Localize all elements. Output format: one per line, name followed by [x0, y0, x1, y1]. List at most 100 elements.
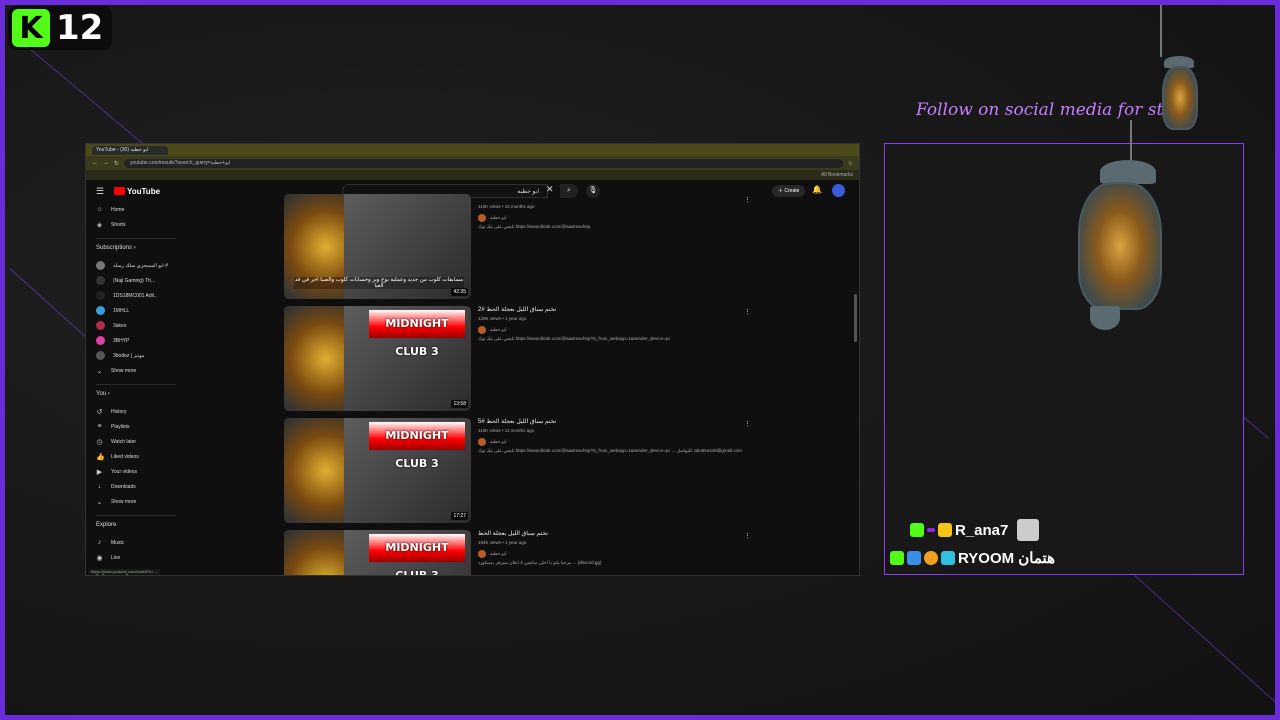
downloads-icon: ↓	[97, 483, 102, 490]
subscription-item[interactable]: 3akes	[96, 318, 180, 333]
chat-overlay: R_ana7 RYOOM هتمان	[890, 516, 1055, 572]
viewer-count: 12	[56, 8, 104, 48]
subscription-label: (Naji Gaming) Th...	[113, 277, 156, 284]
thumbnail-wheel	[284, 418, 344, 523]
you-heading[interactable]: You ›	[96, 391, 180, 401]
video-stats: 194K views • 1 year ago	[478, 540, 527, 545]
sidebar-item-watch-later[interactable]: ◷ Watch later	[96, 434, 180, 449]
more-options-icon[interactable]: ⋮	[744, 196, 751, 204]
video-channel[interactable]: ابو حطبه	[478, 548, 748, 560]
subscription-item[interactable]: 3BHYP	[96, 333, 180, 348]
video-thumbnail[interactable]: MIDNIGHT CLUB 3	[284, 530, 471, 575]
subscription-item[interactable]: (Naji Gaming) Th...	[96, 273, 180, 288]
subscription-label: 1DS18MC001 Adil..	[113, 292, 157, 299]
sidebar-item-label: History	[111, 408, 127, 415]
channel-avatar	[478, 550, 486, 558]
verified-badge-icon	[907, 551, 921, 565]
video-description: تابعني على تيك توك https://www.tiktok.co…	[478, 336, 671, 341]
subscription-item[interactable]: 3bodoz | موتيز	[96, 348, 180, 363]
sidebar-item-live[interactable]: ◉ Live	[96, 550, 180, 565]
video-title[interactable]: تختم سباق الليل بعجلة الحظ #5	[478, 418, 748, 428]
forward-icon[interactable]: →	[103, 160, 109, 166]
kick-viewer-badge: K 12	[8, 6, 112, 50]
sidebar-item-music[interactable]: ♪ Music	[96, 535, 180, 550]
more-options-icon[interactable]: ⋮	[744, 308, 751, 316]
video-channel[interactable]: ابو حطبه	[478, 324, 748, 336]
video-duration: 42:35	[451, 288, 468, 296]
video-result[interactable]: MIDNIGHT CLUB 3 تختم سباق الليل بعجلة الح…	[284, 530, 754, 575]
video-title[interactable]	[478, 194, 748, 204]
video-duration: 17:27	[451, 512, 468, 520]
subscription-item[interactable]: ابو المسحري سلك رسله #	[96, 258, 180, 273]
sidebar-item-playlists[interactable]: ≡ Playlists	[96, 419, 180, 434]
kick-logo-icon: K	[12, 9, 50, 47]
sidebar-item-shorts[interactable]: ◈ Shorts	[96, 217, 180, 232]
watch-later-icon: ◷	[96, 438, 103, 446]
sidebar-item-label: Your videos	[111, 468, 137, 475]
channel-avatar	[96, 261, 105, 270]
video-result[interactable]: مسابقات كلوب من جديد وعملية بوح وبر وحسا…	[284, 194, 754, 306]
sidebar-item-label: Playlists	[111, 423, 130, 430]
scrollbar[interactable]	[854, 294, 857, 342]
back-icon[interactable]: ←	[92, 160, 98, 166]
video-meta: تختم سباق الليل بعجلة الحظ 194K views • 1…	[478, 530, 748, 568]
video-description: تابعني على تيك توك https://www.tiktok.co…	[478, 224, 591, 229]
chat-avatar	[1017, 519, 1040, 541]
video-result[interactable]: MIDNIGHT CLUB 3 13:58 تختم سباق الليل بعجل…	[284, 306, 754, 418]
address-bar[interactable]: youtube.com/results?search_query=ابو+حطب…	[124, 158, 843, 168]
sidebar-item-liked-videos[interactable]: 👍 Liked videos	[96, 449, 180, 464]
video-channel[interactable]: ابو حطبه	[478, 436, 748, 448]
video-description: مرحبا بكم يا احلى متابعين 4 اعلان سيرفر …	[478, 560, 602, 565]
channel-avatar	[478, 214, 486, 222]
notifications-icon[interactable]: 🔔	[812, 185, 822, 194]
sidebar-item-your-videos[interactable]: ▶ Your videos	[96, 464, 180, 479]
video-title[interactable]: تختم سباق الليل بعجلة الحظ	[478, 530, 748, 540]
subscription-label: 3bodoz | موتيز	[113, 352, 145, 359]
show-more-you[interactable]: ⌄ Show more	[96, 494, 180, 509]
sidebar-item-label: Music	[111, 539, 125, 546]
subscription-item[interactable]: 1DS18MC001 Adil..	[96, 288, 180, 303]
thumbnail-caption: مسابقات كلوب من جديد وعملية بوح وبر وحسا…	[294, 277, 464, 289]
channel-avatar	[96, 336, 105, 345]
youtube-logo-icon	[114, 187, 125, 195]
star-icon[interactable]: ☆	[848, 160, 853, 167]
live-icon: ◉	[96, 554, 103, 562]
follow-social-text: Follow on social media for stream update…	[916, 100, 1166, 120]
explore-heading: Explore	[96, 522, 117, 528]
subscription-item[interactable]: 1MHLL	[96, 303, 180, 318]
video-thumbnail[interactable]: مسابقات كلوب من جديد وعملية بوح وبر وحسا…	[284, 194, 471, 299]
sidebar-item-history[interactable]: ↺ History	[96, 404, 180, 419]
all-bookmarks-link[interactable]: All Bookmarks	[821, 172, 853, 178]
sidebar-item-home[interactable]: ⌂ Home	[96, 202, 180, 217]
liked-videos-icon: 👍	[96, 453, 105, 461]
music-icon: ♪	[97, 539, 102, 546]
thumbnail-wheel	[284, 306, 344, 411]
subscription-label: 1MHLL	[113, 307, 130, 314]
menu-icon[interactable]: ☰	[96, 186, 114, 197]
video-thumbnail[interactable]: MIDNIGHT CLUB 3 17:27	[284, 418, 471, 523]
youtube-logo[interactable]: YouTube	[114, 187, 160, 196]
more-options-icon[interactable]: ⋮	[744, 420, 751, 428]
video-channel[interactable]: ابو حطبه	[478, 212, 748, 224]
kick-badge-icon	[910, 523, 924, 537]
playlists-icon: ≡	[97, 423, 102, 430]
channel-avatar	[96, 276, 105, 285]
more-options-icon[interactable]: ⋮	[744, 532, 751, 540]
video-title[interactable]: تختم سباق الليل بعجلة الحظ #2	[478, 306, 748, 316]
subscription-label: ابو المسحري سلك رسله #	[113, 262, 168, 269]
sub-badge-icon	[927, 528, 935, 532]
sidebar-item-downloads[interactable]: ↓ Downloads	[96, 479, 180, 494]
show-more-subscriptions[interactable]: ⌄ Show more	[96, 363, 180, 378]
video-thumbnail[interactable]: MIDNIGHT CLUB 3 13:58	[284, 306, 471, 411]
account-avatar[interactable]	[832, 184, 845, 197]
video-result[interactable]: MIDNIGHT CLUB 3 17:27 تختم سباق الليل بعجل…	[284, 418, 754, 530]
thumbnail-logo-text: MIDNIGHT CLUB 3	[369, 422, 465, 470]
create-button[interactable]: ＋ Create	[772, 185, 806, 197]
reload-icon[interactable]: ↻	[114, 160, 119, 167]
sidebar-item-label: Watch later	[111, 438, 137, 445]
browser-tab[interactable]: YouTube - ابو حطبه (30)	[92, 145, 168, 155]
chat-username: RYOOM هتمان	[958, 550, 1055, 567]
browser-toolbar: ← → ↻ youtube.com/results?search_query=ا…	[86, 156, 859, 170]
subscriptions-heading[interactable]: Subscriptions ›	[96, 245, 180, 255]
coin-badge-icon	[924, 551, 938, 565]
